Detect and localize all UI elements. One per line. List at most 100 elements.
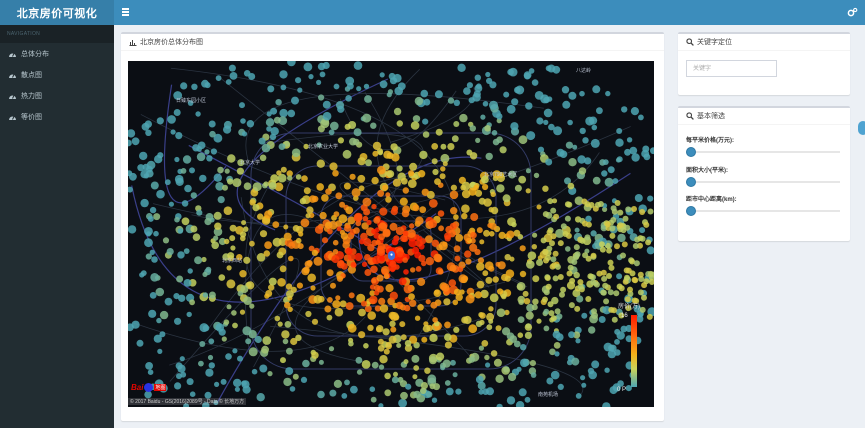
scrollbar-handle[interactable] xyxy=(858,121,865,135)
center-marker-icon[interactable]: ● xyxy=(388,251,395,260)
distance-slider[interactable] xyxy=(686,206,840,216)
price-point xyxy=(175,177,184,186)
sidebar-toggle-button[interactable] xyxy=(122,7,130,17)
price-point xyxy=(369,295,378,305)
price-point xyxy=(501,366,511,375)
price-point xyxy=(162,237,170,244)
price-point xyxy=(400,334,407,341)
price-point xyxy=(236,167,244,175)
baidu-logo[interactable]: Bai 地图 xyxy=(131,383,167,392)
price-point xyxy=(397,251,404,258)
price-point xyxy=(613,290,620,297)
price-point xyxy=(646,246,654,255)
price-point xyxy=(220,378,227,385)
price-point xyxy=(469,152,478,160)
price-point xyxy=(419,206,427,214)
price-point xyxy=(450,359,456,366)
slider-handle[interactable] xyxy=(686,147,696,157)
map-place-label: 日臻东园小区 xyxy=(176,98,207,104)
price-point xyxy=(365,159,372,167)
price-point xyxy=(474,291,482,299)
price-point xyxy=(189,299,195,306)
sidebar-item-1[interactable]: 总体分布 xyxy=(0,43,114,64)
price-point xyxy=(515,401,525,407)
price-point xyxy=(443,298,451,306)
price-point xyxy=(321,237,329,244)
price-point xyxy=(448,279,457,287)
price-point xyxy=(279,108,288,118)
price-point xyxy=(204,218,212,226)
price-point xyxy=(333,83,340,90)
price-point xyxy=(502,194,511,203)
price-point xyxy=(347,323,357,333)
sidebar-item-3[interactable]: 热力图 xyxy=(0,85,114,106)
price-point xyxy=(156,317,162,324)
price-point xyxy=(411,246,420,254)
sidebar-item-2[interactable]: 散点图 xyxy=(0,64,114,85)
price-point xyxy=(217,166,224,174)
price-point xyxy=(625,206,632,213)
price-point xyxy=(361,360,371,369)
price-point xyxy=(568,158,577,167)
price-point xyxy=(223,319,230,326)
price-point xyxy=(215,75,222,81)
price-point xyxy=(410,267,416,273)
price-point xyxy=(614,200,621,206)
price-point xyxy=(400,391,408,400)
price-point xyxy=(449,264,457,272)
price-point xyxy=(591,360,600,369)
price-point xyxy=(455,388,462,395)
price-point xyxy=(224,168,230,174)
price-point xyxy=(205,368,214,377)
settings-icon[interactable] xyxy=(847,7,858,18)
price-point xyxy=(382,328,390,336)
price-point xyxy=(502,327,511,336)
price-point xyxy=(301,175,308,182)
price-point xyxy=(476,83,482,89)
price-point xyxy=(317,125,325,133)
price-point xyxy=(481,340,489,347)
price-point xyxy=(295,174,302,180)
price-point xyxy=(408,293,415,300)
price-point xyxy=(525,168,531,174)
price-point xyxy=(167,115,176,124)
price-point xyxy=(593,281,600,288)
sidebar-item-4[interactable]: 等价图 xyxy=(0,106,114,127)
price-point xyxy=(377,189,385,197)
map-panel-header: 北京房价总体分布图 xyxy=(121,34,664,51)
price-point xyxy=(316,159,325,168)
price-point xyxy=(547,198,554,205)
price-point xyxy=(496,184,505,193)
price-point xyxy=(641,294,647,301)
area-slider[interactable] xyxy=(686,177,840,187)
price-point xyxy=(504,275,511,282)
price-point xyxy=(307,273,316,283)
price-point xyxy=(211,241,219,250)
slider-handle[interactable] xyxy=(686,206,696,216)
price-point xyxy=(393,73,402,83)
map-canvas[interactable] xyxy=(128,61,654,407)
price-point xyxy=(524,323,533,331)
keyword-input[interactable] xyxy=(686,60,777,77)
price-point xyxy=(455,234,464,242)
price-point xyxy=(526,260,535,269)
price-point xyxy=(263,250,270,257)
price-point xyxy=(509,335,518,343)
price-point xyxy=(554,351,560,357)
price-point xyxy=(287,175,293,181)
app-title[interactable]: 北京房价可视化 xyxy=(0,0,114,25)
price-slider[interactable] xyxy=(686,147,840,157)
price-point xyxy=(306,206,314,214)
price-point xyxy=(596,107,603,115)
slider-handle[interactable] xyxy=(686,177,696,187)
price-point xyxy=(139,151,148,161)
price-point xyxy=(199,174,207,183)
price-point xyxy=(264,210,273,219)
price-point xyxy=(616,273,623,280)
price-point xyxy=(543,119,549,125)
nav-header: NAVIGATION xyxy=(0,25,114,43)
price-point xyxy=(321,194,329,202)
price-point xyxy=(514,86,521,94)
price-point xyxy=(546,377,554,385)
price-map[interactable]: 日臻东园小区 北京农业大学 北京798艺术区 北京大学 八达岭 北京西站 南苑机… xyxy=(128,61,654,407)
